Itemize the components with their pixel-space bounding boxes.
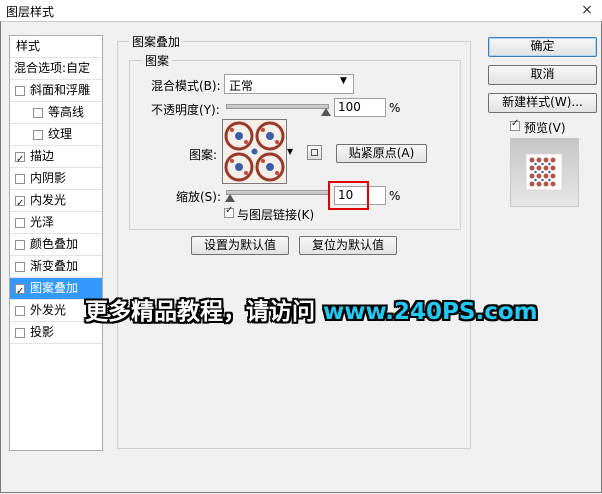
blend-mode-value: 正常 <box>229 79 254 93</box>
sidebar-item-checkbox[interactable] <box>15 86 25 96</box>
preview-checkbox[interactable] <box>510 118 520 131</box>
pattern-thumbnail-icon <box>223 120 286 183</box>
sidebar-item-label: 内发光 <box>30 193 67 207</box>
preview-thumbnail-icon <box>525 153 563 191</box>
sidebar-item-label: 投影 <box>30 325 55 339</box>
style-list: 样式 混合选项:自定 斜面和浮雕等高线纹理描边内阴影内发光光泽颜色叠加渐变叠加图… <box>9 35 103 451</box>
sidebar-header[interactable]: 样式 <box>10 36 102 58</box>
sidebar-item-label: 图案叠加 <box>30 281 79 295</box>
section-title: 图案叠加 <box>129 33 184 50</box>
opacity-input[interactable]: 100 <box>334 98 386 117</box>
new-style-button[interactable]: 新建样式(W)... <box>488 93 597 113</box>
sidebar-item-label: 斜面和浮雕 <box>30 83 91 97</box>
preview-label: 预览(V) <box>524 121 566 135</box>
ok-button[interactable]: 确定 <box>488 37 597 57</box>
new-preset-icon[interactable] <box>307 145 322 160</box>
sidebar-item[interactable]: 光泽 <box>10 212 102 234</box>
subgroup-title: 图案 <box>142 52 173 69</box>
sidebar-item-label: 描边 <box>30 149 55 163</box>
snap-origin-button[interactable]: 贴紧原点(A) <box>336 144 427 163</box>
scale-slider-thumb[interactable] <box>224 194 235 202</box>
style-preview <box>510 138 579 207</box>
title-bar: 图层样式 × <box>0 0 602 22</box>
sidebar-item-checkbox[interactable] <box>15 306 25 316</box>
sidebar-item-checkbox[interactable] <box>15 149 25 170</box>
cancel-button[interactable]: 取消 <box>488 65 597 85</box>
sidebar-item[interactable]: 渐变叠加 <box>10 256 102 278</box>
sidebar-item-checkbox[interactable] <box>15 262 25 272</box>
pattern-dropdown-icon[interactable]: ▼ <box>287 147 293 156</box>
blend-mode-label: 混合模式(B): <box>151 79 221 93</box>
sidebar-item-checkbox[interactable] <box>15 328 25 338</box>
set-default-button[interactable]: 设置为默认值 <box>191 236 289 255</box>
sidebar-item-label: 内阴影 <box>30 171 67 185</box>
sidebar-item-label: 渐变叠加 <box>30 259 79 273</box>
opacity-slider-track[interactable] <box>226 104 329 109</box>
sidebar-item[interactable]: 内阴影 <box>10 168 102 190</box>
sidebar-item-label: 光泽 <box>30 215 55 229</box>
sidebar-item[interactable]: 内发光 <box>10 190 102 214</box>
new-preset-glyph <box>311 149 318 156</box>
sidebar-header-label: 样式 <box>16 39 41 53</box>
sidebar-item-label: 纹理 <box>48 127 73 141</box>
sidebar-item-checkbox[interactable] <box>33 130 43 140</box>
window-title: 图层样式 <box>6 5 55 19</box>
watermark-url: www.240PS.com <box>323 299 538 325</box>
sidebar-item-checkbox[interactable] <box>15 281 25 302</box>
sidebar-item-label: 等高线 <box>48 105 85 119</box>
scale-label: 缩放(S): <box>176 190 222 204</box>
sidebar-item-checkbox[interactable] <box>15 193 25 214</box>
reset-default-button[interactable]: 复位为默认值 <box>299 236 397 255</box>
sidebar-item[interactable]: 描边 <box>10 146 102 170</box>
opacity-value: 100 <box>338 100 361 114</box>
link-layer-label: 与图层链接(K) <box>237 208 315 222</box>
sidebar-item[interactable]: 颜色叠加 <box>10 234 102 256</box>
watermark: 更多精品教程，请访问 www.240PS.com <box>85 292 538 326</box>
opacity-slider-thumb[interactable] <box>321 108 331 116</box>
sidebar-item-label: 混合选项:自定 <box>14 61 91 75</box>
annotation-highlight-box <box>328 181 369 210</box>
sidebar-item-checkbox[interactable] <box>33 108 43 118</box>
pattern-swatch[interactable] <box>222 119 287 184</box>
blend-mode-select[interactable]: 正常 ▼ <box>224 74 354 94</box>
sidebar-item-checkbox[interactable] <box>15 218 25 228</box>
sidebar-item-label: 外发光 <box>30 303 67 317</box>
opacity-label: 不透明度(Y): <box>151 103 220 117</box>
chevron-down-icon: ▼ <box>340 76 347 86</box>
sidebar-item-label: 颜色叠加 <box>30 237 79 251</box>
link-layer-checkbox[interactable] <box>224 205 234 218</box>
sidebar-item-blend-options[interactable]: 混合选项:自定 <box>10 58 102 80</box>
sidebar-item[interactable]: 斜面和浮雕 <box>10 80 102 102</box>
sidebar-item-checkbox[interactable] <box>15 174 25 184</box>
watermark-text: 更多精品教程，请访问 <box>85 299 324 325</box>
close-icon[interactable]: × <box>574 0 600 20</box>
opacity-unit: % <box>389 101 401 115</box>
sidebar-item[interactable]: 等高线 <box>10 102 102 124</box>
sidebar-item-checkbox[interactable] <box>15 240 25 250</box>
sidebar-item[interactable]: 纹理 <box>10 124 102 146</box>
scale-slider-track[interactable] <box>226 190 329 195</box>
scale-unit: % <box>389 189 401 203</box>
pattern-label: 图案: <box>189 148 218 162</box>
